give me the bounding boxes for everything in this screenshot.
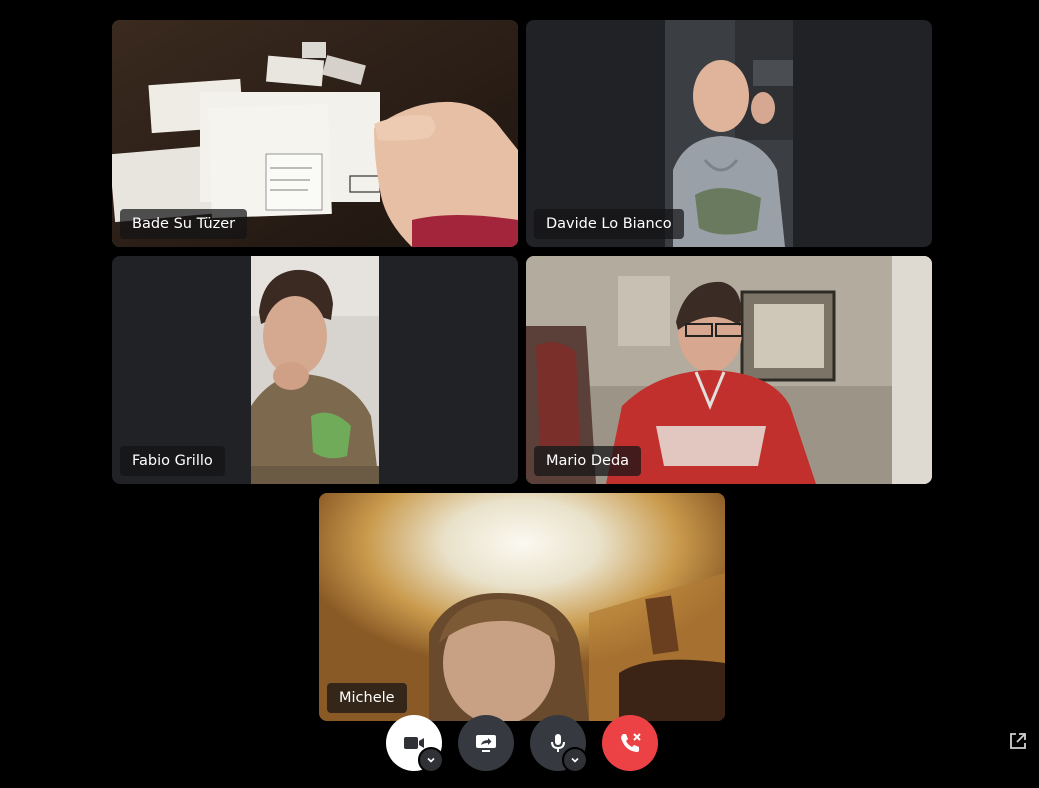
popout-button[interactable] bbox=[1008, 731, 1028, 751]
participant-name: Mario Deda bbox=[534, 446, 642, 476]
popout-icon bbox=[1010, 733, 1026, 749]
hang-up-button[interactable] bbox=[602, 715, 658, 771]
video-feed-fabio bbox=[251, 256, 379, 484]
participant-tile-michele[interactable]: Michele bbox=[319, 493, 725, 721]
participant-name: Fabio Grillo bbox=[120, 446, 225, 476]
hang-up-icon bbox=[621, 733, 641, 752]
participant-tile-davide[interactable]: Davide Lo Bianco bbox=[526, 20, 932, 247]
participant-name: Michele bbox=[327, 683, 407, 713]
chevron-down-icon bbox=[427, 757, 435, 763]
participant-tile-mario[interactable]: Mario Deda bbox=[526, 256, 932, 484]
screen-share-icon bbox=[476, 735, 496, 752]
participant-tile-bade[interactable]: Bade Su Tüzer bbox=[112, 20, 518, 247]
participant-name: Davide Lo Bianco bbox=[534, 209, 684, 239]
microphone-options-button[interactable] bbox=[562, 747, 588, 773]
video-feed-davide bbox=[665, 20, 793, 247]
participant-tile-fabio[interactable]: Fabio Grillo bbox=[112, 256, 518, 484]
participant-name: Bade Su Tüzer bbox=[120, 209, 248, 239]
camera-button[interactable] bbox=[386, 715, 444, 773]
chevron-down-icon bbox=[571, 757, 579, 763]
microphone-button[interactable] bbox=[530, 715, 588, 773]
screen-share-button[interactable] bbox=[458, 715, 514, 771]
camera-options-button[interactable] bbox=[418, 747, 444, 773]
